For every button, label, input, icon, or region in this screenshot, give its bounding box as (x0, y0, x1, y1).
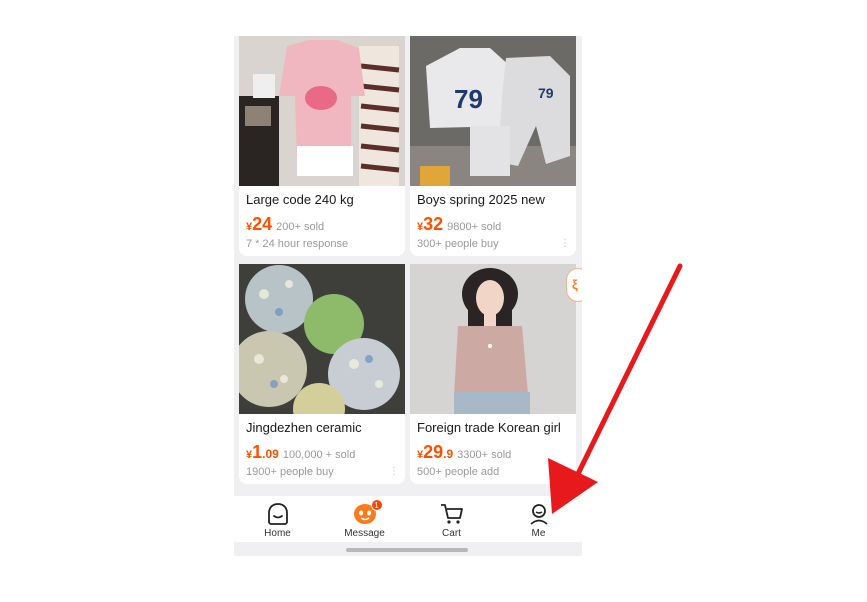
meta-text: 7 * 24 hour response (246, 238, 349, 250)
product-meta: 500+ people add (410, 462, 576, 484)
product-title[interactable]: Foreign trade Korean girl (410, 414, 576, 438)
tab-home[interactable]: Home (234, 496, 321, 542)
tab-me-label: Me (531, 528, 546, 539)
product-meta: 7 * 24 hour response (239, 234, 405, 256)
product-image[interactable] (239, 36, 405, 186)
sold-count: 200+ sold (276, 221, 325, 233)
price-row: ¥29.9 3300+ sold (410, 438, 576, 462)
product-image[interactable] (410, 264, 576, 414)
product-card[interactable]: Foreign trade Korean girl ¥29.9 3300+ so… (410, 264, 576, 484)
tab-cart[interactable]: Cart (408, 496, 495, 542)
bottom-tab-bar: Home 1 Message Cart Me (234, 496, 582, 542)
tab-message-label: Message (344, 528, 385, 539)
product-title[interactable]: Jingdezhen ceramic (239, 414, 405, 438)
floating-side-button[interactable]: ξ (566, 268, 582, 302)
meta-text: 300+ people buy (417, 238, 499, 250)
product-card[interactable]: Large code 240 kg ¥24 200+ sold 7 * 24 h… (239, 36, 405, 256)
tab-cart-label: Cart (442, 528, 461, 539)
phone-screen: Large code 240 kg ¥24 200+ sold 7 * 24 h… (234, 36, 582, 556)
product-price: ¥32 (417, 214, 444, 234)
product-title[interactable]: Large code 240 kg (239, 186, 405, 210)
home-icon (267, 503, 288, 525)
product-image[interactable]: 79 79 (410, 36, 576, 186)
message-badge: 1 (370, 499, 383, 511)
sold-count: 9800+ sold (447, 221, 502, 233)
price-row: ¥32 9800+ sold (410, 210, 576, 234)
home-indicator (346, 548, 468, 552)
product-image[interactable] (239, 264, 405, 414)
sold-count: 3300+ sold (457, 449, 512, 461)
product-price: ¥24 (246, 214, 273, 234)
meta-text: 1900+ people buy (246, 466, 334, 478)
sold-count: 100,000 + sold (282, 449, 356, 461)
tab-message[interactable]: 1 Message (321, 496, 408, 542)
more-options-icon[interactable]: ⋮ (389, 466, 399, 484)
more-options-icon[interactable]: ⋮ (560, 238, 570, 256)
side-button-glyph: ξ (572, 277, 578, 292)
product-card[interactable]: 79 79 Boys spring 2025 new ¥32 9800+ sol… (410, 36, 576, 256)
meta-text: 500+ people add (417, 466, 500, 478)
price-row: ¥24 200+ sold (239, 210, 405, 234)
tab-me[interactable]: Me (495, 496, 582, 542)
tab-home-label: Home (264, 528, 291, 539)
price-row: ¥1.09 100,000 + sold (239, 438, 405, 462)
svg-text:79: 79 (454, 84, 483, 114)
product-meta: 300+ people buy ⋮ (410, 234, 576, 256)
product-price: ¥29.9 (417, 442, 454, 462)
profile-icon (529, 504, 548, 525)
svg-text:79: 79 (538, 85, 554, 101)
product-title[interactable]: Boys spring 2025 new (410, 186, 576, 210)
product-meta: 1900+ people buy ⋮ (239, 462, 405, 484)
product-card[interactable]: Jingdezhen ceramic ¥1.09 100,000 + sold … (239, 264, 405, 484)
cart-icon (440, 504, 463, 524)
product-price: ¥1.09 (246, 442, 279, 462)
